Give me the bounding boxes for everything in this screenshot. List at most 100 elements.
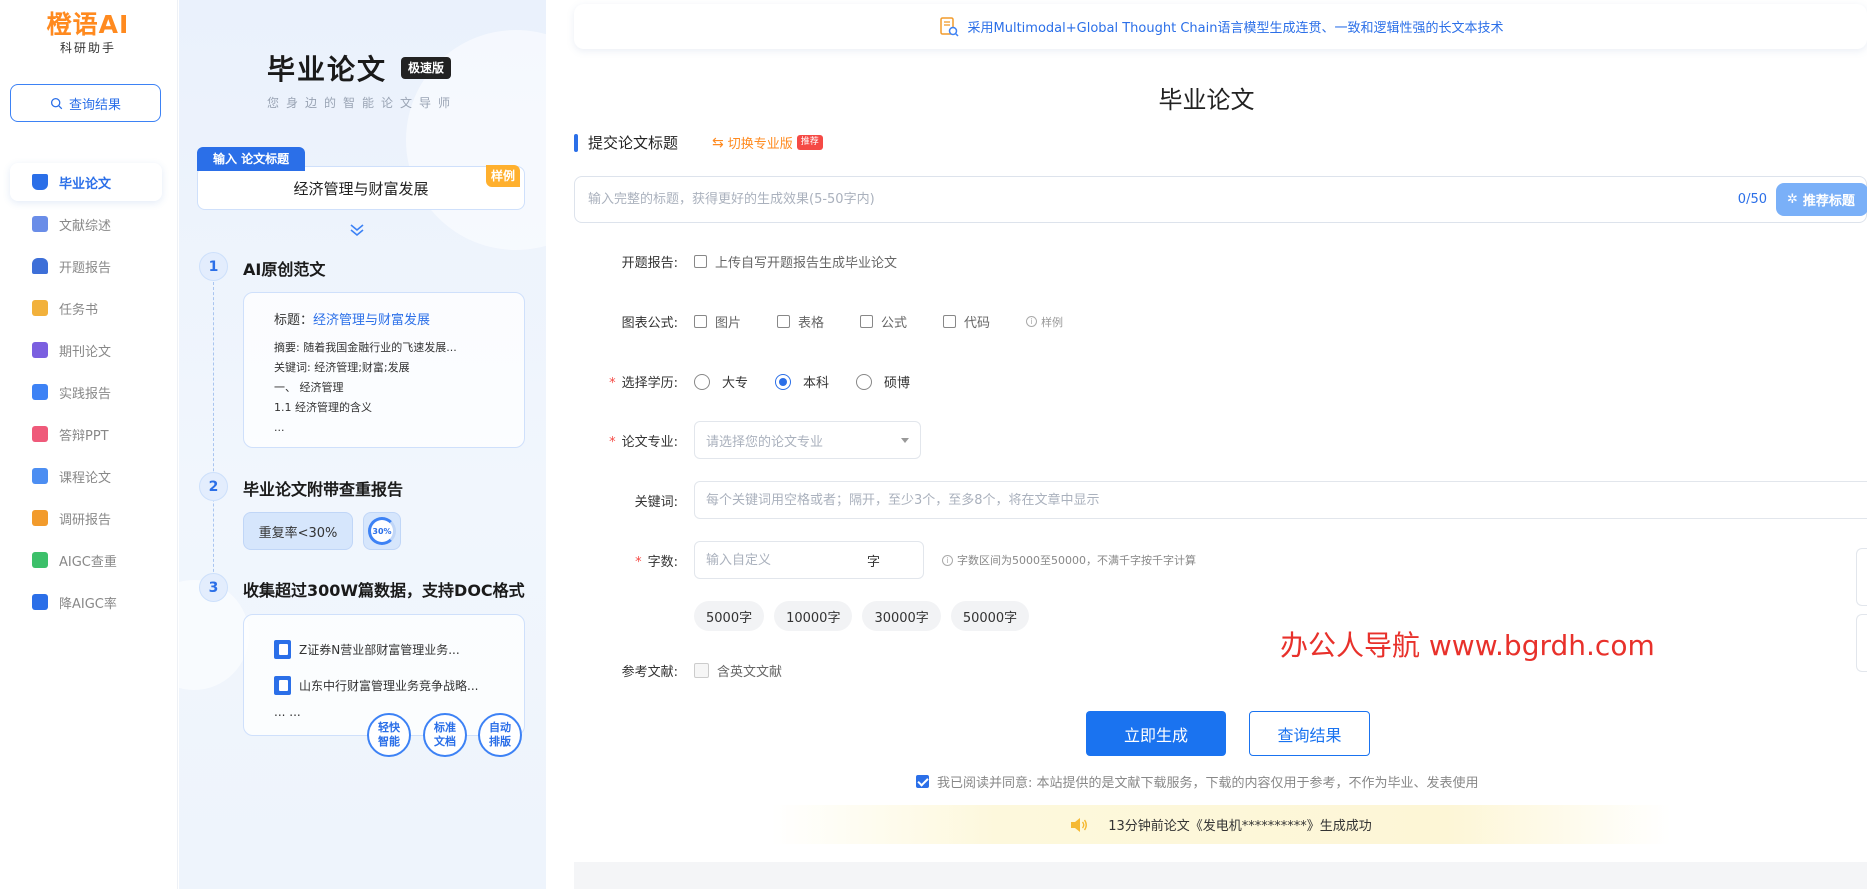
brand-subtitle: 科研助手 <box>59 41 116 55</box>
nav-item-task-book[interactable]: 任务书 <box>10 289 162 327</box>
query-results-button[interactable]: 查询结果 <box>1249 711 1370 756</box>
chart-down-icon <box>32 594 48 610</box>
preset-5000[interactable]: 5000字 <box>694 601 765 631</box>
radio-button[interactable] <box>856 373 873 390</box>
sidebar-query-button[interactable]: 查询结果 <box>10 84 161 122</box>
proposal-option[interactable]: 上传自写开题报告生成毕业论文 <box>694 252 897 271</box>
degree-option-bachelor[interactable]: 本科 <box>775 372 829 391</box>
wordcount-label-text: 字数: <box>647 554 678 570</box>
info-icon: i <box>1026 316 1038 327</box>
nav-item-practice-report[interactable]: 实践报告 <box>10 373 162 411</box>
radio-button-selected[interactable] <box>775 373 792 390</box>
wordcount-presets: 5000字 10000字 30000字 50000字 <box>694 601 1030 631</box>
required-mark: * <box>609 376 616 391</box>
major-label: * 论文专业: <box>574 431 694 450</box>
nav-item-label: 开题报告 <box>59 260 112 276</box>
switch-pro-version-button[interactable]: ⇆ 切换专业版 推荐 <box>712 133 823 152</box>
major-select[interactable]: 请选择您的论文专业 <box>694 421 921 459</box>
nav-item-label: 课程论文 <box>59 470 112 486</box>
sample-link-label: 样例 <box>1041 315 1064 329</box>
wordcount-input[interactable] <box>695 542 867 578</box>
input-title-tag: 输入 论文标题 <box>197 147 306 171</box>
sample-line: 关键词: 经济管理;财富;发展 <box>274 361 410 374</box>
preset-50000[interactable]: 50000字 <box>950 601 1030 631</box>
bottom-panel <box>574 862 1867 889</box>
nav-item-defense-ppt[interactable]: 答辩PPT <box>10 415 162 453</box>
nav-item-label: 毕业论文 <box>59 176 112 192</box>
section-header: 提交论文标题 ⇆ 切换专业版 推荐 <box>574 132 823 153</box>
book-icon <box>274 639 291 659</box>
agreement-checkbox[interactable] <box>916 775 929 788</box>
image-checkbox[interactable] <box>694 315 707 328</box>
radio-button[interactable] <box>694 373 710 390</box>
nav-item-aigc-check[interactable]: AIGC查重 <box>10 541 162 579</box>
task-book-icon <box>32 300 48 316</box>
references-label: 参考文献: <box>621 665 678 680</box>
step-number: 1 <box>199 252 228 281</box>
option-table[interactable]: 表格 <box>777 312 824 331</box>
step-number: 3 <box>199 573 228 602</box>
char-counter: 0/50 <box>1737 192 1767 207</box>
preset-30000[interactable]: 30000字 <box>862 601 941 631</box>
title-value: 经济管理与财富发展 <box>313 313 431 328</box>
option-formula[interactable]: 公式 <box>860 312 907 331</box>
proposal-label: 开题报告: <box>621 256 678 271</box>
sample-line: 一、 经济管理 <box>274 381 344 394</box>
radio-label: 硕博 <box>884 376 911 391</box>
steps-connector <box>213 282 214 582</box>
degree-option-master-phd[interactable]: 硕博 <box>856 372 910 391</box>
feature-badge-layout: 自动排版 <box>478 713 522 757</box>
form-row-keywords: 关键词: <box>574 481 1867 519</box>
nav-item-survey-report[interactable]: 调研报告 <box>10 499 162 537</box>
nav-item-label: 任务书 <box>59 302 99 318</box>
agreement-row: 我已阅读并同意: 本站提供的是文献下载服务，下载的内容仅用于参考，不作为毕业、发… <box>916 772 1479 791</box>
formula-checkbox[interactable] <box>860 315 874 328</box>
recommend-title-label: 推荐标题 <box>1802 194 1855 209</box>
proposal-checkbox[interactable] <box>694 255 707 268</box>
graduation-cap-icon <box>32 174 48 190</box>
nav-item-label: 降AIGC率 <box>59 596 117 612</box>
option-label: 图片 <box>715 316 742 331</box>
nav-item-journal[interactable]: 期刊论文 <box>10 331 162 369</box>
radio-label: 本科 <box>803 376 830 391</box>
progress-ring-icon: 30% <box>368 517 396 545</box>
generate-button[interactable]: 立即生成 <box>1086 711 1226 756</box>
keywords-input[interactable] <box>694 481 1867 519</box>
charts-label: 图表公式: <box>621 316 678 331</box>
nav-item-literature-review[interactable]: 文献综述 <box>10 205 162 243</box>
doc-row: Z证券N营业部财富管理业务... <box>274 631 524 667</box>
table-checkbox[interactable] <box>777 315 791 328</box>
radio-label: 大专 <box>722 376 749 391</box>
recommend-title-button[interactable]: ✲ 推荐标题 <box>1776 183 1867 216</box>
code-checkbox[interactable] <box>943 315 957 328</box>
form-row-charts: 图表公式: 图片 表格 公式 代码 i 样例 <box>574 312 1063 331</box>
title-input-container: 0/50 ✲ 推荐标题 <box>574 176 1867 223</box>
sparkle-icon: ✲ <box>1787 192 1798 207</box>
title-input[interactable] <box>575 177 1738 222</box>
references-option[interactable]: 含英文文献 <box>694 661 782 680</box>
nav-item-thesis[interactable]: 毕业论文 <box>10 163 162 201</box>
form-row-proposal: 开题报告: 上传自写开题报告生成毕业论文 <box>574 252 933 271</box>
degree-option-associate[interactable]: 大专 <box>694 372 748 391</box>
brand-logo[interactable]: 橙语AI 科研助手 <box>40 10 136 56</box>
nav-item-reduce-aigc[interactable]: 降AIGC率 <box>10 583 162 621</box>
nav-item-course-paper[interactable]: 课程论文 <box>10 457 162 495</box>
side-float-tab[interactable] <box>1856 548 1867 606</box>
left-sidebar: 橙语AI 科研助手 查询结果 毕业论文 文献综述 开题报告 任务书 期刊论文 实… <box>0 0 178 889</box>
switch-label: 切换专业版 <box>727 137 793 152</box>
nav-item-proposal[interactable]: 开题报告 <box>10 247 162 285</box>
stamp-icon <box>32 258 48 274</box>
english-refs-checkbox[interactable] <box>694 663 709 678</box>
required-mark: * <box>609 434 616 450</box>
charts-sample-link[interactable]: i 样例 <box>1026 314 1063 330</box>
swap-arrows-icon: ⇆ <box>712 134 724 151</box>
wordcount-label: * 字数: <box>574 551 694 570</box>
agreement-text: 我已阅读并同意: 本站提供的是文献下载服务，下载的内容仅用于参考，不作为毕业、发… <box>937 776 1479 791</box>
side-float-tab[interactable] <box>1856 614 1867 672</box>
major-select-placeholder: 请选择您的论文专业 <box>706 434 824 450</box>
section-label: 提交论文标题 <box>588 134 679 152</box>
option-image[interactable]: 图片 <box>694 312 741 331</box>
preset-10000[interactable]: 10000字 <box>774 601 853 631</box>
option-code[interactable]: 代码 <box>943 312 990 331</box>
step-number: 2 <box>199 472 228 501</box>
